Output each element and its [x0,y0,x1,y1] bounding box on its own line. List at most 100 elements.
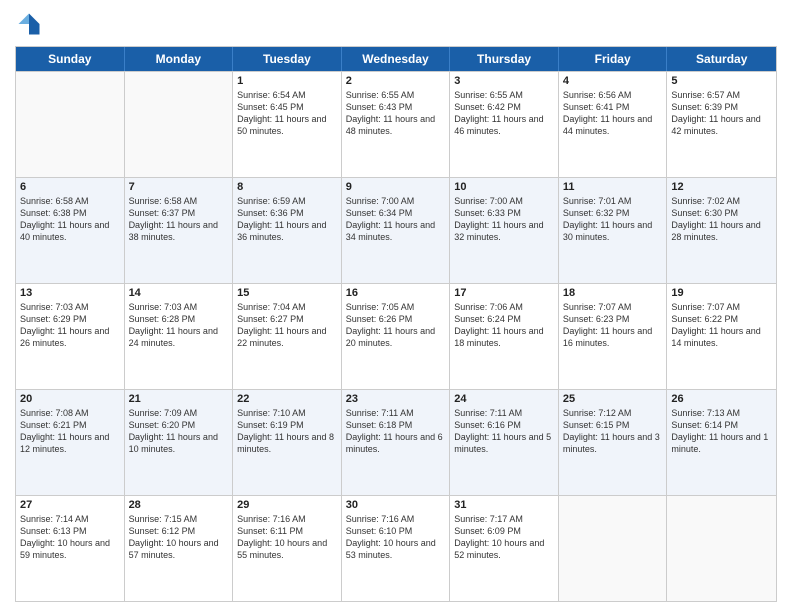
cal-header-wednesday: Wednesday [342,47,451,71]
cell-info: Sunrise: 7:06 AM Sunset: 6:24 PM Dayligh… [454,301,554,350]
day-number: 14 [129,287,229,299]
cal-cell: 8 Sunrise: 6:59 AM Sunset: 6:36 PM Daylig… [233,178,342,283]
day-number: 26 [671,393,772,405]
cal-cell: 29Sunrise: 7:16 AM Sunset: 6:11 PM Dayli… [233,496,342,601]
cal-header-thursday: Thursday [450,47,559,71]
cal-cell: 3 Sunrise: 6:55 AM Sunset: 6:42 PM Daylig… [450,72,559,177]
day-number: 3 [454,75,554,87]
cal-cell [125,72,234,177]
day-number: 2 [346,75,446,87]
day-number: 7 [129,181,229,193]
day-number: 16 [346,287,446,299]
cal-cell: 31 Sunrise: 7:17 AM Sunset: 6:09 PM Dayli… [450,496,559,601]
cal-cell: 2 Sunrise: 6:55 AM Sunset: 6:43 PM Daylig… [342,72,451,177]
day-number: 25 [563,393,663,405]
cell-info: Sunrise: 7:03 AM Sunset: 6:29 PM Dayligh… [20,301,120,350]
day-number: 18 [563,287,663,299]
day-number: 24 [454,393,554,405]
day-number: 8 [237,181,337,193]
cell-info: Sunrise: 7:07 AM Sunset: 6:22 PM Dayligh… [671,301,772,350]
day-number: 9 [346,181,446,193]
cal-cell: 22Sunrise: 7:10 AM Sunset: 6:19 PM Dayli… [233,390,342,495]
cell-info: Sunrise: 7:17 AM Sunset: 6:09 PM Dayligh… [454,513,554,562]
cell-info: Sunrise: 6:54 AM Sunset: 6:45 PM Dayligh… [237,89,337,138]
cell-info: Sunrise: 7:15 AM Sunset: 6:12 PM Dayligh… [129,513,229,562]
day-number: 1 [237,75,337,87]
cell-info: Sunrise: 7:07 AM Sunset: 6:23 PM Dayligh… [563,301,663,350]
day-number: 17 [454,287,554,299]
cell-info: Sunrise: 6:59 AM Sunset: 6:36 PM Dayligh… [237,195,337,244]
cell-info: Sunrise: 7:03 AM Sunset: 6:28 PM Dayligh… [129,301,229,350]
cal-cell [16,72,125,177]
header [15,10,777,38]
cell-info: Sunrise: 6:58 AM Sunset: 6:38 PM Dayligh… [20,195,120,244]
cal-cell: 5 Sunrise: 6:57 AM Sunset: 6:39 PM Daylig… [667,72,776,177]
cal-cell: 12 Sunrise: 7:02 AM Sunset: 6:30 PM Dayli… [667,178,776,283]
cal-cell: 20 Sunrise: 7:08 AM Sunset: 6:21 PM Dayli… [16,390,125,495]
cal-header-friday: Friday [559,47,668,71]
cell-info: Sunrise: 7:04 AM Sunset: 6:27 PM Dayligh… [237,301,337,350]
day-number: 23 [346,393,446,405]
cell-info: Sunrise: 7:09 AM Sunset: 6:20 PM Dayligh… [129,407,229,456]
day-number: 12 [671,181,772,193]
cal-cell: 7 Sunrise: 6:58 AM Sunset: 6:37 PM Daylig… [125,178,234,283]
day-number: 4 [563,75,663,87]
cal-cell: 25 Sunrise: 7:12 AM Sunset: 6:15 PM Dayli… [559,390,668,495]
cell-info: Sunrise: 7:11 AM Sunset: 6:18 PM Dayligh… [346,407,446,456]
cal-cell: 27 Sunrise: 7:14 AM Sunset: 6:13 PM Dayli… [16,496,125,601]
cal-row-2: 13Sunrise: 7:03 AM Sunset: 6:29 PM Dayli… [16,283,776,389]
day-number: 29 [237,499,337,511]
cal-cell: 26Sunrise: 7:13 AM Sunset: 6:14 PM Dayli… [667,390,776,495]
logo-icon [15,10,43,38]
cell-info: Sunrise: 7:00 AM Sunset: 6:33 PM Dayligh… [454,195,554,244]
day-number: 21 [129,393,229,405]
cell-info: Sunrise: 6:58 AM Sunset: 6:37 PM Dayligh… [129,195,229,244]
cell-info: Sunrise: 7:14 AM Sunset: 6:13 PM Dayligh… [20,513,120,562]
cell-info: Sunrise: 6:55 AM Sunset: 6:43 PM Dayligh… [346,89,446,138]
cal-cell: 16 Sunrise: 7:05 AM Sunset: 6:26 PM Dayli… [342,284,451,389]
cal-cell: 19Sunrise: 7:07 AM Sunset: 6:22 PM Dayli… [667,284,776,389]
day-number: 20 [20,393,120,405]
cal-cell: 13Sunrise: 7:03 AM Sunset: 6:29 PM Dayli… [16,284,125,389]
cell-info: Sunrise: 7:00 AM Sunset: 6:34 PM Dayligh… [346,195,446,244]
cell-info: Sunrise: 7:08 AM Sunset: 6:21 PM Dayligh… [20,407,120,456]
calendar-header-row: SundayMondayTuesdayWednesdayThursdayFrid… [16,47,776,71]
day-number: 6 [20,181,120,193]
cal-header-monday: Monday [125,47,234,71]
calendar: SundayMondayTuesdayWednesdayThursdayFrid… [15,46,777,602]
cell-info: Sunrise: 7:01 AM Sunset: 6:32 PM Dayligh… [563,195,663,244]
cell-info: Sunrise: 6:55 AM Sunset: 6:42 PM Dayligh… [454,89,554,138]
cell-info: Sunrise: 6:57 AM Sunset: 6:39 PM Dayligh… [671,89,772,138]
cal-cell: 21 Sunrise: 7:09 AM Sunset: 6:20 PM Dayli… [125,390,234,495]
cell-info: Sunrise: 7:02 AM Sunset: 6:30 PM Dayligh… [671,195,772,244]
cell-info: Sunrise: 7:12 AM Sunset: 6:15 PM Dayligh… [563,407,663,456]
cal-header-sunday: Sunday [16,47,125,71]
day-number: 22 [237,393,337,405]
day-number: 15 [237,287,337,299]
cal-cell: 14 Sunrise: 7:03 AM Sunset: 6:28 PM Dayli… [125,284,234,389]
cal-cell: 6 Sunrise: 6:58 AM Sunset: 6:38 PM Daylig… [16,178,125,283]
day-number: 28 [129,499,229,511]
cal-cell: 10Sunrise: 7:00 AM Sunset: 6:33 PM Dayli… [450,178,559,283]
day-number: 5 [671,75,772,87]
cal-cell: 18 Sunrise: 7:07 AM Sunset: 6:23 PM Dayli… [559,284,668,389]
cell-info: Sunrise: 6:56 AM Sunset: 6:41 PM Dayligh… [563,89,663,138]
cal-row-4: 27 Sunrise: 7:14 AM Sunset: 6:13 PM Dayli… [16,495,776,601]
cal-header-tuesday: Tuesday [233,47,342,71]
cal-cell [667,496,776,601]
cell-info: Sunrise: 7:16 AM Sunset: 6:10 PM Dayligh… [346,513,446,562]
day-number: 27 [20,499,120,511]
cal-cell: 1 Sunrise: 6:54 AM Sunset: 6:45 PM Daylig… [233,72,342,177]
cal-row-0: 1 Sunrise: 6:54 AM Sunset: 6:45 PM Daylig… [16,71,776,177]
page: SundayMondayTuesdayWednesdayThursdayFrid… [0,0,792,612]
cal-header-saturday: Saturday [667,47,776,71]
cal-cell: 4 Sunrise: 6:56 AM Sunset: 6:41 PM Daylig… [559,72,668,177]
cal-cell: 9 Sunrise: 7:00 AM Sunset: 6:34 PM Daylig… [342,178,451,283]
cal-row-3: 20 Sunrise: 7:08 AM Sunset: 6:21 PM Dayli… [16,389,776,495]
day-number: 31 [454,499,554,511]
logo [15,10,47,38]
cal-cell: 17 Sunrise: 7:06 AM Sunset: 6:24 PM Dayli… [450,284,559,389]
cal-cell: 30Sunrise: 7:16 AM Sunset: 6:10 PM Dayli… [342,496,451,601]
day-number: 11 [563,181,663,193]
cell-info: Sunrise: 7:05 AM Sunset: 6:26 PM Dayligh… [346,301,446,350]
